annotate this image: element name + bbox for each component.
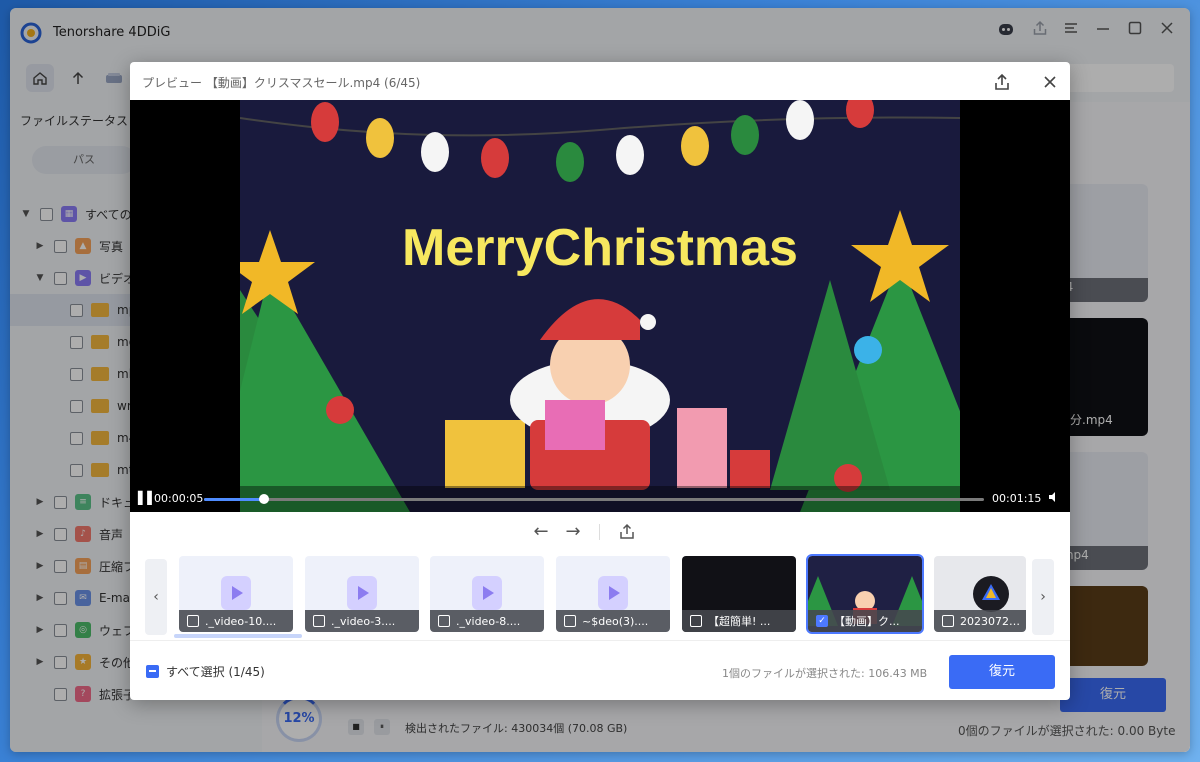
thumbnail-name: ._video-10.... xyxy=(205,614,277,628)
close-icon[interactable] xyxy=(1038,70,1062,94)
thumbnail-checkbox[interactable] xyxy=(438,615,450,627)
thumbnail-name: ~$deo(3).... xyxy=(582,614,649,628)
thumbnail-name: 【超簡単! ... xyxy=(708,615,771,628)
video-file-icon xyxy=(598,576,628,610)
duration: 00:01:15 xyxy=(992,492,1042,505)
select-all-checkbox[interactable] xyxy=(146,665,159,678)
thumbnail-name: ._video-3.... xyxy=(331,614,396,628)
thumbnail-checkbox[interactable] xyxy=(942,615,954,627)
video-player[interactable]: MerryChristmas ▌▌ 00:00:05 00:01:15 xyxy=(130,100,1070,512)
strip-scrollbar[interactable] xyxy=(174,634,302,638)
thumbnail[interactable]: ~$deo(3).... xyxy=(556,556,670,632)
current-time: 00:00:05 xyxy=(154,492,204,505)
arrow-left-icon[interactable]: ← xyxy=(530,520,552,544)
selection-info: 1個のファイルが選択された: 106.43 MB xyxy=(722,667,928,680)
preview-title: プレビュー 【動画】クリスマスセール.mp4 (6/45) xyxy=(142,76,421,90)
thumbnail-checkbox[interactable] xyxy=(564,615,576,627)
video-frame: MerryChristmas xyxy=(240,100,960,512)
dialog-footer: すべて選択 (1/45) 1個のファイルが選択された: 106.43 MB 復元 xyxy=(130,640,1070,700)
chevron-right-icon[interactable]: › xyxy=(1032,559,1054,635)
thumbnail-selected[interactable]: 【動画】ク... xyxy=(806,554,924,634)
thumbnail-checkbox[interactable] xyxy=(313,615,325,627)
thumbnail[interactable]: 【超簡単! ... xyxy=(682,556,796,632)
video-file-icon xyxy=(221,576,251,610)
playback-controls: ▌▌ 00:00:05 00:01:15 xyxy=(130,486,1070,512)
preview-nav: ← → xyxy=(130,518,1070,548)
arrow-right-icon[interactable]: → xyxy=(562,520,584,544)
thumbnail-name: 20230727... xyxy=(960,614,1026,628)
thumbnail[interactable]: 20230727... xyxy=(934,556,1026,632)
thumbnail-name: 【動画】ク... xyxy=(834,615,900,628)
video-file-icon xyxy=(347,576,377,610)
thumbnail-name: ._video-8.... xyxy=(456,614,521,628)
thumbnail-checkbox-checked[interactable] xyxy=(816,615,828,627)
christmas-illustration: MerryChristmas xyxy=(240,100,960,512)
seek-bar[interactable] xyxy=(204,494,984,504)
video-file-icon xyxy=(472,576,502,610)
share-icon[interactable] xyxy=(616,520,638,544)
thumbnail-checkbox[interactable] xyxy=(187,615,199,627)
thumbnail[interactable]: ._video-10.... xyxy=(179,556,293,632)
select-all-label[interactable]: すべて選択 (1/45) xyxy=(166,663,265,680)
frame-title: MerryChristmas xyxy=(402,219,798,277)
volume-icon[interactable] xyxy=(1048,491,1060,506)
thumbnail[interactable]: ._video-3.... xyxy=(305,556,419,632)
seek-handle[interactable] xyxy=(259,494,270,504)
preview-dialog: プレビュー 【動画】クリスマスセール.mp4 (6/45) MerryChris… xyxy=(130,62,1070,700)
share-icon[interactable] xyxy=(990,70,1014,94)
thumbnail-strip: ‹ ._video-10.... ._video-3.... ._video-8… xyxy=(130,554,1070,640)
restore-button[interactable]: 復元 xyxy=(949,655,1055,689)
thumbnail[interactable]: ._video-8.... xyxy=(430,556,544,632)
seek-bar-progress xyxy=(204,498,265,501)
thumbnail-checkbox[interactable] xyxy=(690,615,702,627)
chevron-left-icon[interactable]: ‹ xyxy=(145,559,167,635)
divider xyxy=(599,524,600,540)
